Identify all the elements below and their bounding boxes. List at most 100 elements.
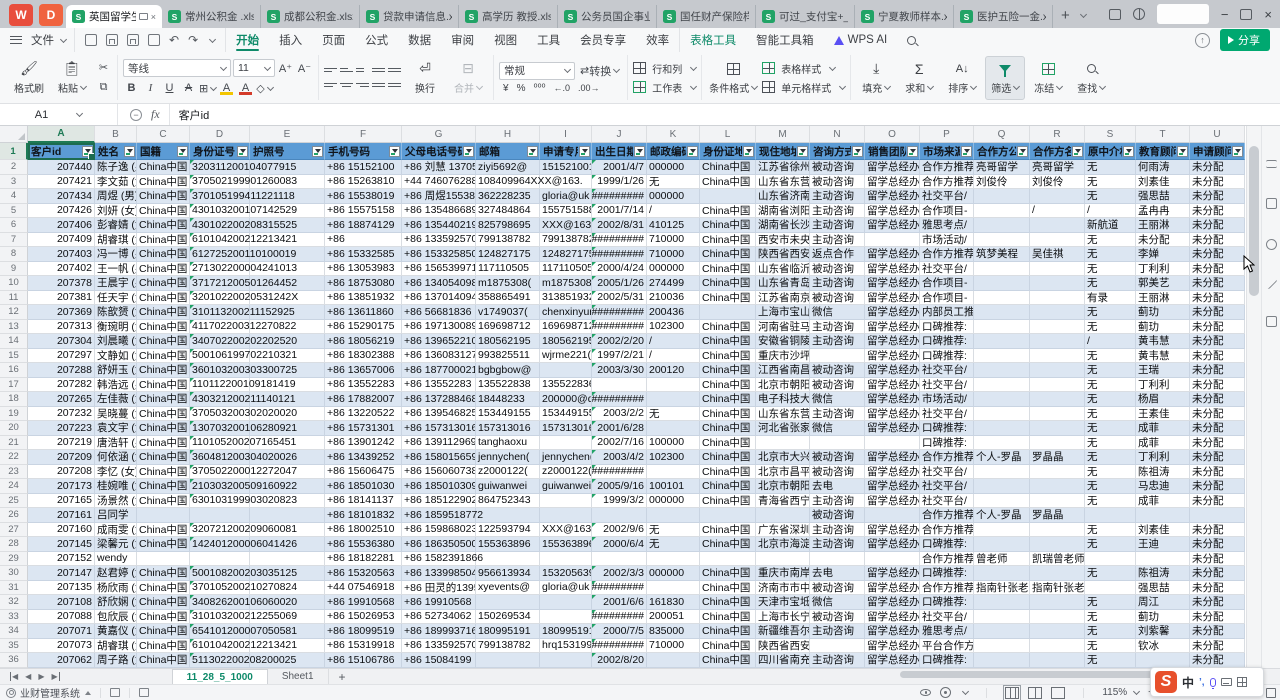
cell-P33[interactable]: 社交平台/: [920, 610, 974, 625]
cell-T13[interactable]: 蓟玏: [1136, 320, 1190, 335]
cell-N14[interactable]: 主动咨询: [810, 334, 865, 349]
cell-Q15[interactable]: [974, 349, 1030, 364]
cell-G22[interactable]: +86 1580156591: [402, 450, 476, 465]
cell-G23[interactable]: +86 1560607386: [402, 465, 476, 480]
cell-O1[interactable]: 销售团队: [865, 143, 920, 160]
cell-C13[interactable]: China中国: [137, 320, 190, 335]
cell-G20[interactable]: +86 1573130169: [402, 421, 476, 436]
cell-I7[interactable]: 799138782: [540, 233, 592, 248]
cell-H20[interactable]: 157313016: [476, 421, 540, 436]
document-tab-5[interactable]: S公务员国企事业单位: [558, 5, 657, 28]
cell-H14[interactable]: 180562195: [476, 334, 540, 349]
cell-J17[interactable]: [592, 378, 647, 393]
cell-K16[interactable]: 200120: [647, 363, 700, 378]
comma-style-button[interactable]: ⁰⁰⁰: [533, 83, 545, 94]
cell-A19[interactable]: 207232: [28, 407, 95, 422]
cell-N17[interactable]: 被动咨询: [810, 378, 865, 393]
cell-J29[interactable]: [592, 552, 647, 567]
cell-N13[interactable]: 主动咨询: [810, 320, 865, 335]
cell-C14[interactable]: China中国: [137, 334, 190, 349]
cell-G27[interactable]: +86 1598680231: [402, 523, 476, 538]
locate-icon[interactable]: [940, 687, 951, 698]
cell-K27[interactable]: 无: [647, 523, 700, 538]
cell-I28[interactable]: 155363896: [540, 537, 592, 552]
cell-O22[interactable]: 留学总经办: [865, 450, 920, 465]
cell-K30[interactable]: 000000: [647, 566, 700, 581]
cell-P18[interactable]: 市场活动/: [920, 392, 974, 407]
cell-I18[interactable]: 200000@qq: [540, 392, 592, 407]
cell-U26[interactable]: [1190, 508, 1245, 523]
filter-button[interactable]: 筛选: [985, 56, 1025, 100]
cell-C22[interactable]: China中国: [137, 450, 190, 465]
cell-Q32[interactable]: [974, 595, 1030, 610]
cell-Q26[interactable]: 个人-罗晶: [974, 508, 1030, 523]
cell-T4[interactable]: 强思喆: [1136, 189, 1190, 204]
merge-cells-button[interactable]: ⊟ 合并: [448, 56, 488, 100]
cell-R23[interactable]: [1030, 465, 1085, 480]
cell-P23[interactable]: 社交平台/: [920, 465, 974, 480]
cell-R30[interactable]: [1030, 566, 1085, 581]
cell-Q27[interactable]: [974, 523, 1030, 538]
filter-dropdown-icon[interactable]: [1123, 146, 1134, 157]
menu-插入[interactable]: 插入: [269, 28, 312, 52]
cell-U8[interactable]: 未分配: [1190, 247, 1245, 262]
align-middle-icon[interactable]: [340, 64, 354, 76]
cell-D33[interactable]: 310103200212255069: [190, 610, 250, 625]
cell-U6[interactable]: 未分配: [1190, 218, 1245, 233]
cell-N21[interactable]: [810, 436, 865, 451]
cell-O21[interactable]: [865, 436, 920, 451]
cell-T27[interactable]: 刘素佳: [1136, 523, 1190, 538]
cell-A15[interactable]: 207297: [28, 349, 95, 364]
cell-T23[interactable]: 陈祖涛: [1136, 465, 1190, 480]
column-header-Q[interactable]: Q: [974, 126, 1030, 143]
cell-C15[interactable]: China中国: [137, 349, 190, 364]
sogou-logo-icon[interactable]: S: [1155, 671, 1177, 693]
cell-T31[interactable]: 强思喆: [1136, 581, 1190, 596]
sheet-tab-11_28_5_1000[interactable]: 11_28_5_1000: [172, 669, 268, 684]
cell-P3[interactable]: 合作方推荐: [920, 175, 974, 190]
cell-K21[interactable]: 100000: [647, 436, 700, 451]
cell-C4[interactable]: China中国: [137, 189, 190, 204]
cell-C27[interactable]: China中国: [137, 523, 190, 538]
cell-M6[interactable]: 湖南省长沙: [756, 218, 810, 233]
cell-J16[interactable]: 2003/3/30: [592, 363, 647, 378]
cell-C19[interactable]: China中国: [137, 407, 190, 422]
cell-C31[interactable]: China中国: [137, 581, 190, 596]
copy-button[interactable]: ⧉: [95, 80, 112, 96]
cell-C33[interactable]: China中国: [137, 610, 190, 625]
cell-B3[interactable]: 李文茹 (女: [95, 175, 137, 190]
column-header-L[interactable]: L: [700, 126, 756, 143]
cell-O35[interactable]: 留学总经办: [865, 639, 920, 654]
cell-K13[interactable]: 102300: [647, 320, 700, 335]
cell-T36[interactable]: [1136, 653, 1190, 668]
filter-dropdown-icon[interactable]: [124, 146, 135, 157]
cell-J15[interactable]: 1997/2/21: [592, 349, 647, 364]
cell-A17[interactable]: 207282: [28, 378, 95, 393]
cell-M12[interactable]: 上海市宝山: [756, 305, 810, 320]
new-tab-button[interactable]: +: [1053, 7, 1078, 28]
cell-O14[interactable]: 留学总经办: [865, 334, 920, 349]
cell-S35[interactable]: 无: [1085, 639, 1136, 654]
cell-M1[interactable]: 现住地址: [756, 143, 810, 160]
column-header-I[interactable]: I: [540, 126, 592, 143]
cell-G1[interactable]: 父母电话号码: [402, 143, 476, 160]
cell-B5[interactable]: 刘妍 (女): [95, 204, 137, 219]
cell-J12[interactable]: #########: [592, 305, 647, 320]
document-tab-9[interactable]: S医护五险一金.xlsx: [954, 5, 1053, 28]
cell-O4[interactable]: 留学总经办: [865, 189, 920, 204]
cell-N10[interactable]: 主动咨询: [810, 276, 865, 291]
cell-R21[interactable]: [1030, 436, 1085, 451]
cell-F22[interactable]: +86 13439252: [325, 450, 402, 465]
cell-Q31[interactable]: 指南针张老: [974, 581, 1030, 596]
sidebar-panel-icon[interactable]: [1266, 198, 1277, 209]
tab-smart-toolbox[interactable]: 智能工具箱: [746, 28, 824, 52]
cell-O11[interactable]: 留学总经办: [865, 291, 920, 306]
cell-T6[interactable]: 王丽淋: [1136, 218, 1190, 233]
cell-K28[interactable]: 无: [647, 537, 700, 552]
cell-B28[interactable]: 梁馨元 (女: [95, 537, 137, 552]
filter-dropdown-icon[interactable]: [82, 146, 93, 157]
clear-format-button[interactable]: ◇: [256, 80, 273, 96]
status-mode-icon[interactable]: [110, 688, 120, 697]
cell-K15[interactable]: /: [647, 349, 700, 364]
column-header-U[interactable]: U: [1190, 126, 1245, 143]
